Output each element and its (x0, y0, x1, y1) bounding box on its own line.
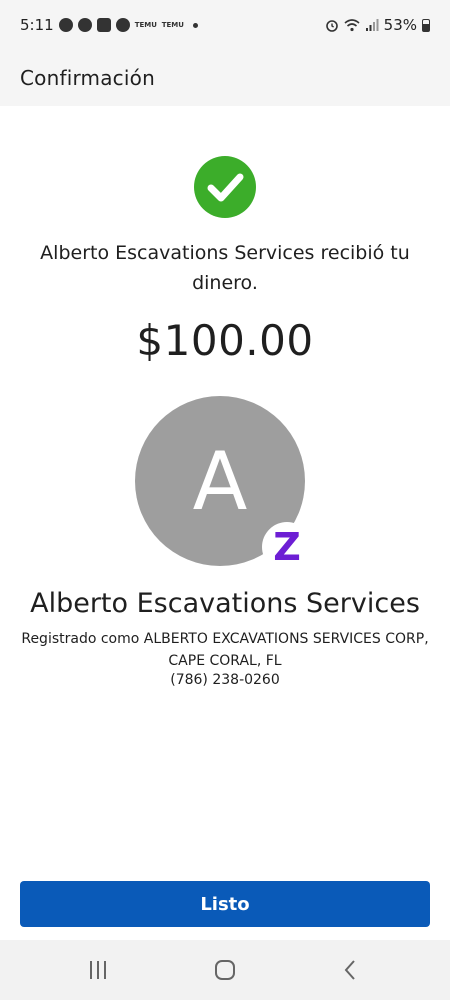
registered-as-text: Registrado como ALBERTO EXCAVATIONS SERV… (21, 631, 429, 669)
battery-icon (422, 18, 430, 32)
recipient-phone: (786) 238-0260 (170, 672, 280, 688)
more-notifications-dot-icon (192, 22, 198, 28)
status-left: 5:11 TEMU TEMU (20, 16, 198, 34)
home-icon (215, 960, 235, 980)
facebook-icon (77, 18, 92, 32)
recipient-name: Alberto Escavations Services (30, 588, 420, 619)
messenger-icon (115, 18, 130, 32)
payment-amount: $100.00 (136, 316, 314, 365)
whatsapp-icon (58, 18, 73, 32)
temu-icon: TEMU (161, 20, 184, 29)
done-button[interactable]: Listo (20, 881, 430, 927)
back-button[interactable] (315, 940, 385, 1000)
confirmation-message: Alberto Escavations Services recibió tu … (40, 242, 410, 294)
status-bar: 5:11 TEMU TEMU 53% (0, 0, 450, 50)
temu-icon: TEMU (134, 20, 157, 29)
wifi-icon (344, 19, 360, 32)
app-notification-icon (96, 18, 111, 32)
page-title: Confirmación (20, 66, 155, 90)
navigation-bar (0, 940, 450, 1000)
home-button[interactable] (190, 940, 260, 1000)
recent-apps-icon (90, 961, 106, 979)
avatar-initial: A (192, 434, 248, 528)
status-time: 5:11 (20, 16, 54, 34)
check-circle-icon (194, 156, 256, 218)
battery-percent: 53% (383, 16, 417, 34)
zelle-badge-symbol: Z (273, 525, 301, 569)
recent-apps-button[interactable] (63, 940, 133, 1000)
back-icon (344, 960, 355, 980)
signal-icon (365, 19, 379, 31)
confirmation-screen: 5:11 TEMU TEMU 53% Confirmación Alberto … (0, 0, 450, 1000)
zelle-icon: Z (262, 522, 312, 572)
app-header: Confirmación (0, 50, 450, 106)
status-right: 53% (325, 16, 430, 34)
alarm-icon (325, 20, 338, 32)
